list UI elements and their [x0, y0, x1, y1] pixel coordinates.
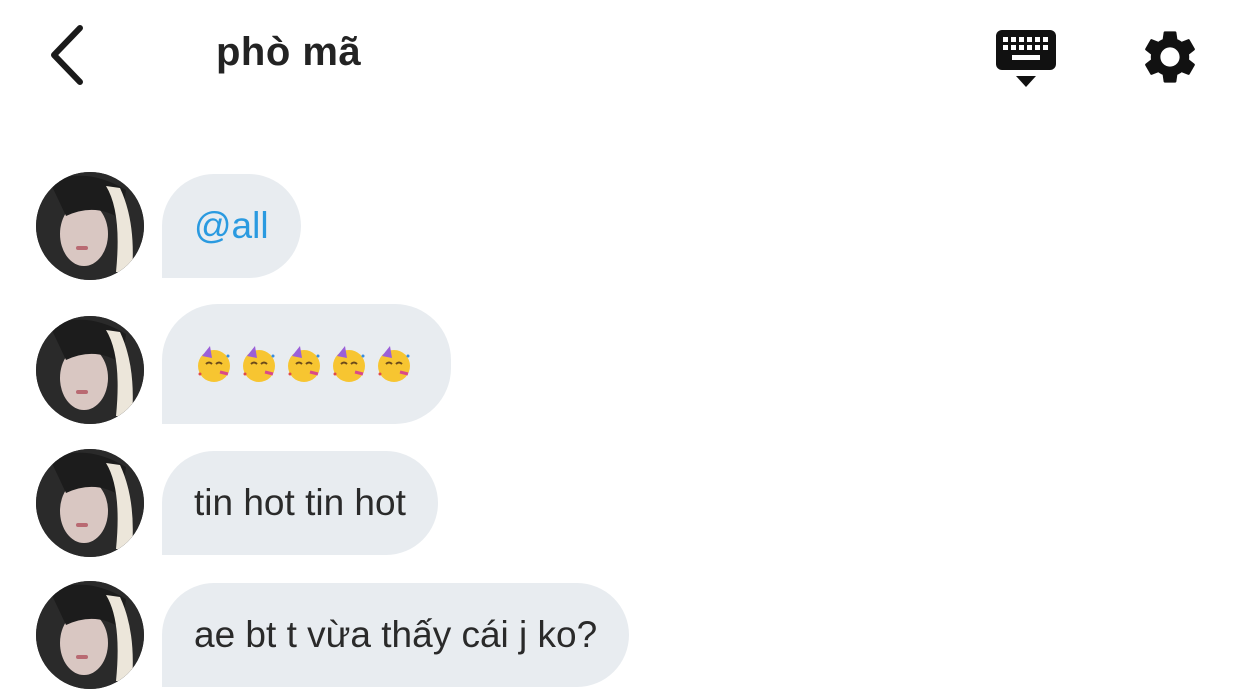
- emoji-line: [194, 344, 419, 384]
- message-bubble[interactable]: [162, 304, 451, 424]
- message-bubble[interactable]: @all: [162, 174, 301, 278]
- avatar[interactable]: [36, 172, 144, 280]
- partying-face-emoji: [243, 346, 275, 382]
- avatar[interactable]: [36, 581, 144, 689]
- partying-face-emoji: [333, 346, 365, 382]
- message-text: ae bt t vừa thấy cái j ko?: [194, 614, 598, 655]
- partying-face-emoji: [288, 346, 320, 382]
- partying-face-emoji: [378, 346, 410, 382]
- message-row: [36, 304, 451, 424]
- message-text: tin hot tin hot: [194, 482, 406, 523]
- message-list[interactable]: @all tin hot tin hot ae bt t vừa thấy cá…: [0, 0, 1242, 700]
- message-row: tin hot tin hot: [36, 449, 438, 557]
- avatar-photo: [36, 581, 144, 689]
- message-bubble[interactable]: tin hot tin hot: [162, 451, 438, 555]
- mention-text[interactable]: @all: [194, 205, 269, 247]
- message-bubble[interactable]: ae bt t vừa thấy cái j ko?: [162, 583, 630, 687]
- message-row: @all: [36, 172, 301, 280]
- partying-face-emoji: [198, 346, 230, 382]
- avatar[interactable]: [36, 449, 144, 557]
- avatar-photo: [36, 449, 144, 557]
- avatar[interactable]: [36, 316, 144, 424]
- avatar-photo: [36, 316, 144, 424]
- message-row: ae bt t vừa thấy cái j ko?: [36, 581, 630, 689]
- avatar-photo: [36, 172, 144, 280]
